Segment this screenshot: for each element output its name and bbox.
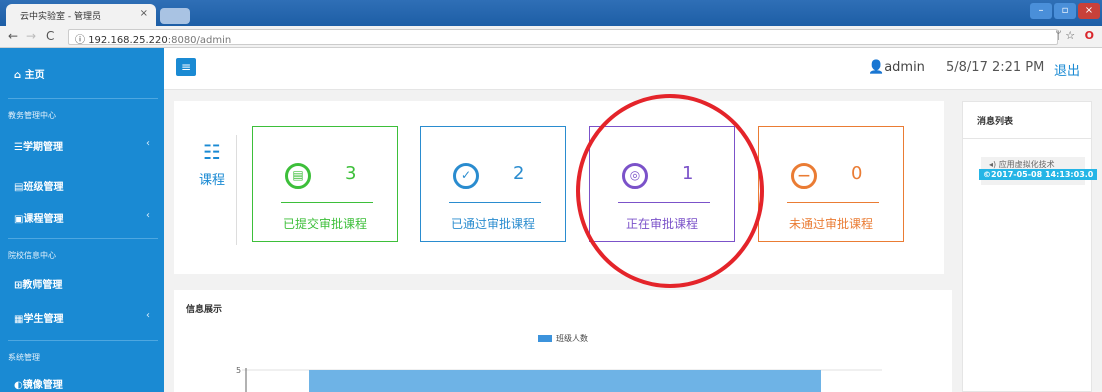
translate-icon[interactable]: ᛘ (1055, 29, 1062, 42)
chevron-left-icon: ‹ (146, 210, 150, 221)
tab-title: 云中实验室 - 管理员 (20, 12, 101, 22)
stat-submitted[interactable]: ▤ 3 已提交审批课程 (252, 126, 398, 242)
y-tick-label: 5 (236, 366, 241, 375)
logout-link[interactable]: 退出 (1054, 60, 1080, 79)
bar-chart: 5 (236, 366, 882, 392)
annotation-circle (576, 94, 764, 288)
sidebar-item-semester[interactable]: ☰学期管理 (14, 138, 63, 153)
list-icon: ☰ (14, 142, 23, 153)
url-host: 192.168.25.220 (88, 35, 168, 46)
sidebar: ⌂ 主页 教务管理中心 ☰学期管理 ‹ ▤班级管理 ▣课程管理 ‹ 院校信息中心… (0, 48, 164, 392)
sidebar-section-college: 院校信息中心 (8, 251, 56, 260)
divider (236, 135, 237, 245)
sidebar-item-student[interactable]: ▦学生管理 (14, 310, 63, 325)
browser-titlebar: 云中实验室 - 管理员 × – ▫ × (0, 0, 1102, 26)
document-icon: ▤ (285, 163, 311, 189)
course-label: ☷ 课程 (192, 141, 232, 188)
reload-icon[interactable]: C (46, 29, 54, 43)
url-path: :8080/admin (167, 35, 232, 46)
stat-approved[interactable]: ✓ 2 已通过审批课程 (420, 126, 566, 242)
topbar: ≡ 👤admin 5/8/17 2:21 PM 退出 (164, 48, 1102, 90)
minus-circle-icon: — (791, 163, 817, 189)
minimize-icon[interactable]: – (1030, 3, 1052, 19)
sidebar-item-home[interactable]: ⌂ 主页 (14, 66, 45, 81)
back-icon[interactable]: ← (8, 29, 18, 43)
star-icon[interactable]: ☆ (1065, 29, 1075, 42)
new-tab-button[interactable] (160, 8, 190, 24)
sidebar-divider (8, 238, 158, 239)
chevron-left-icon: ‹ (146, 138, 150, 149)
speaker-icon: ◂) (989, 160, 999, 169)
url-field[interactable]: ⓘ 192.168.25.220:8080/admin (68, 29, 1058, 46)
user-menu[interactable]: 👤admin (868, 60, 925, 75)
sidebar-section-academic: 教务管理中心 (8, 111, 56, 120)
course-panel: ☷ 课程 ▤ 3 已提交审批课程 ✓ 2 已通过审批课程 ◎ 1 正在审批课程 … (174, 101, 944, 274)
tab-close-icon[interactable]: × (140, 8, 148, 19)
browser-tab[interactable]: 云中实验室 - 管理员 × (6, 4, 156, 26)
sidebar-section-system: 系统管理 (8, 353, 40, 362)
user-icon: 👤 (868, 60, 885, 75)
info-panel: 信息展示 班级人数 5 (174, 290, 952, 392)
datetime: 5/8/17 2:21 PM (946, 60, 1045, 75)
message-panel: 消息列表 ◂) 应用虚拟化技术 ©2017-05-08 14:13:03.0 (962, 101, 1098, 392)
sidebar-item-teacher[interactable]: ⊞教师管理 (14, 276, 62, 291)
sidebar-item-image[interactable]: ◐镜像管理 (14, 376, 63, 391)
address-bar: ← → C ⓘ 192.168.25.220:8080/admin ᛘ ☆ O (0, 26, 1102, 48)
sidebar-divider (8, 98, 158, 99)
message-title: 消息列表 (977, 117, 1014, 127)
chevron-left-icon: ‹ (146, 310, 150, 321)
menu-toggle-button[interactable]: ≡ (176, 58, 196, 76)
stat-rejected[interactable]: — 0 未通过审批课程 (758, 126, 904, 242)
address-icons: ᛘ ☆ O (1055, 29, 1094, 42)
bar[interactable] (309, 370, 821, 392)
sidebar-divider (8, 340, 158, 341)
check-icon: ✓ (453, 163, 479, 189)
opera-icon[interactable]: O (1085, 29, 1094, 42)
sidebar-item-class[interactable]: ▤班级管理 (14, 178, 63, 193)
maximize-icon[interactable]: ▫ (1054, 3, 1076, 19)
info-icon: ⓘ (75, 35, 89, 46)
list-icon: ☷ (203, 140, 221, 164)
message-item[interactable]: ◂) 应用虚拟化技术 ©2017-05-08 14:13:03.0 (979, 157, 1098, 185)
sidebar-item-course[interactable]: ▣课程管理 (14, 210, 63, 225)
home-icon: ⌂ (14, 70, 25, 81)
message-time: ©2017-05-08 14:13:03.0 (979, 169, 1098, 180)
half-circle-icon: ◐ (14, 380, 23, 391)
forward-icon[interactable]: → (26, 29, 36, 43)
close-window-icon[interactable]: × (1078, 3, 1100, 19)
